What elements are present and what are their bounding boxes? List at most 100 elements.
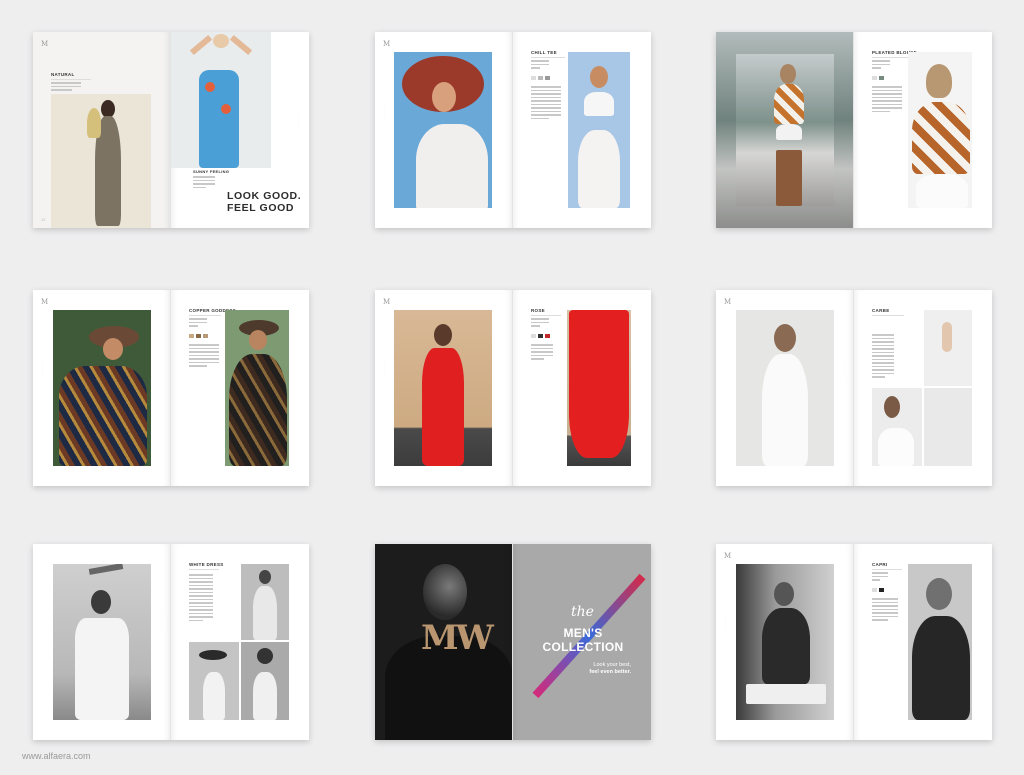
divider <box>872 315 904 316</box>
figure-head <box>432 82 456 112</box>
photo-woman-flowers <box>51 94 151 228</box>
page-right: COPPER GODDESS <box>171 290 309 486</box>
paisley-dress <box>59 366 147 466</box>
collection-title: MEN'S COLLECTION <box>527 626 639 654</box>
page-right: CARBE <box>854 290 992 486</box>
page-right-cover: the MEN'S COLLECTION Look your best, fee… <box>513 544 651 740</box>
page-number: 12 <box>41 217 46 222</box>
tagline-line2: FEEL GOOD <box>227 202 295 214</box>
mini-logo: M <box>724 298 732 306</box>
figure-head <box>926 64 952 98</box>
photo-red-dress-closeup <box>567 310 631 466</box>
page-left: M NATURAL 12 <box>33 32 171 228</box>
photo-sleeve-detail <box>924 388 972 466</box>
photo-striped-sweater <box>736 54 834 206</box>
watermark-url: www.alfaera.com <box>22 751 91 761</box>
photo-patterned-dress <box>53 310 151 466</box>
body-text <box>189 574 213 623</box>
photo-hat-girl <box>189 642 239 720</box>
spread-carbe[interactable]: M · · · · · · · CARBE <box>716 290 992 486</box>
spread-rose[interactable]: M · · · · · · · ROSE <box>375 290 651 486</box>
white-blouse <box>878 428 914 466</box>
photo-earring-detail <box>872 388 922 466</box>
body-text <box>872 334 894 380</box>
page-heading: CAPRI <box>872 562 888 567</box>
figure-head <box>884 396 900 418</box>
figure-head <box>590 66 608 88</box>
flowers <box>87 108 101 138</box>
page-heading: CHILL TEE <box>531 50 557 55</box>
body-text <box>872 572 888 583</box>
title-line2: COLLECTION <box>542 640 624 654</box>
side-caption: · · · · · · · <box>160 614 164 633</box>
collection-subtitle: Look your best, feel even better. <box>563 662 631 676</box>
figure-head <box>259 570 271 584</box>
photo-lace-dress <box>241 564 289 640</box>
color-swatches <box>189 334 208 338</box>
title-the: the <box>571 604 594 620</box>
dark-hat <box>199 650 227 660</box>
photo-white-outfit <box>736 310 834 466</box>
page-left: M · · · · · · · <box>716 290 854 486</box>
white-pants <box>916 174 968 208</box>
body-text <box>193 176 215 190</box>
figure-head <box>434 324 452 346</box>
spread-pleated-blouse[interactable]: PLEATED BLOUSE <box>716 32 992 228</box>
dark-suit <box>762 608 810 684</box>
page-left <box>716 32 854 228</box>
figure-head <box>249 330 267 350</box>
spread-capri[interactable]: M · · · · · · · CAPRI <box>716 544 992 740</box>
side-caption: · · · · · · · <box>297 112 301 131</box>
side-caption: · · · · · · · <box>383 102 387 121</box>
side-caption: · · · · · · · <box>41 360 45 379</box>
mini-logo: M <box>41 298 49 306</box>
photo-bw-man-seated <box>736 564 834 720</box>
divider <box>872 569 902 570</box>
white-knit-top <box>416 124 488 208</box>
photo-bw-man-portrait <box>908 564 972 720</box>
divider <box>51 79 91 80</box>
page-right: PLEATED BLOUSE <box>854 32 992 228</box>
subtitle-line2: feel even better. <box>589 669 631 675</box>
spread-mens-collection-cover[interactable]: MW the MEN'S COLLECTION Look your best, … <box>375 544 651 740</box>
figure-head <box>91 590 111 614</box>
tagline-line1: LOOK GOOD. <box>227 190 302 202</box>
page-left: · · · · · · · <box>33 544 171 740</box>
photo-floral-jumpsuit <box>171 32 271 168</box>
page-right: CHILL TEE <box>513 32 651 228</box>
raised-arm <box>88 564 124 575</box>
color-swatches <box>531 76 550 80</box>
spread-chill-tee[interactable]: M · · · · · · · CHILL TEE <box>375 32 651 228</box>
paisley-dress <box>229 354 287 466</box>
red-dress <box>569 310 629 458</box>
title-line1: MEN'S <box>563 626 603 640</box>
spread-white-dress[interactable]: · · · · · · · WHITE DRESS <box>33 544 309 740</box>
body-text <box>51 82 81 93</box>
white-skirt <box>578 130 620 208</box>
white-dress <box>253 672 277 720</box>
photo-goddess-dress <box>225 310 289 466</box>
body-text <box>531 318 549 329</box>
figure-head <box>103 338 123 360</box>
color-swatches <box>872 76 884 80</box>
divider <box>531 315 561 316</box>
figure-head <box>926 578 952 610</box>
figure-head <box>257 648 273 664</box>
mini-logo: M <box>383 298 391 306</box>
divider <box>189 315 221 316</box>
mw-logo: MW <box>421 618 494 658</box>
color-swatches <box>872 588 884 592</box>
divider <box>531 57 565 58</box>
page-left: M · · · · · · · <box>375 32 513 228</box>
spread-copper-goddess[interactable]: M · · · · · · · COPPER GODDESS <box>33 290 309 486</box>
body-text <box>531 344 553 362</box>
floral-pattern <box>205 82 215 92</box>
figure-head <box>774 324 796 352</box>
body-text <box>189 344 219 369</box>
page-left: M · · · · · · · <box>716 544 854 740</box>
white-dress <box>75 618 129 720</box>
body-text <box>189 318 207 329</box>
photo-woman-hat <box>394 52 492 208</box>
arm <box>189 34 213 56</box>
spread-natural-sunny[interactable]: M NATURAL 12 SUNNY FEELING LOOK GOOD. FE… <box>33 32 309 228</box>
